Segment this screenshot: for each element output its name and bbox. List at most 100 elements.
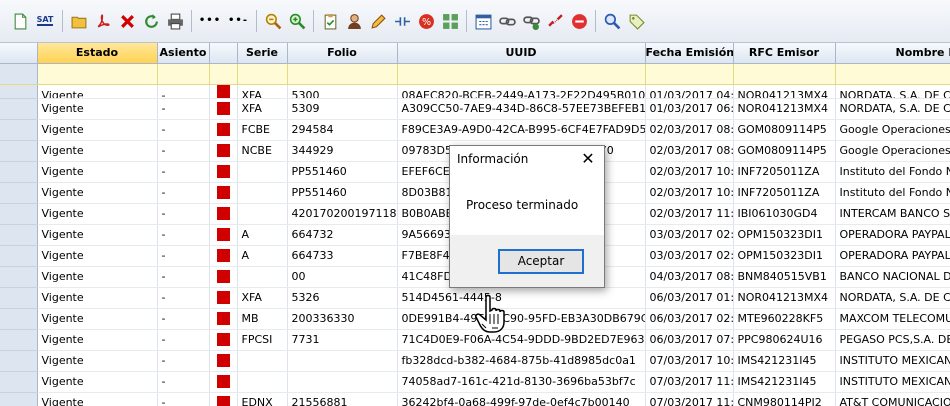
more-alt-icon[interactable]: ••- (226, 11, 250, 31)
cell-serie[interactable]: A (237, 224, 288, 246)
delete-icon[interactable] (117, 11, 137, 31)
column-header-status-color[interactable] (209, 43, 238, 64)
cell-folio[interactable]: 5300 (287, 84, 398, 99)
cell-nombre-emisor[interactable]: NORDATA, S.A. DE C.V (835, 287, 950, 309)
cell-status-color[interactable] (209, 245, 238, 267)
table-row[interactable]: Vigente - 74058ad7-161c-421d-8130-3696ba53… (0, 371, 950, 393)
cell-folio[interactable] (287, 371, 398, 393)
stop-icon[interactable] (569, 11, 589, 31)
cell-nombre-emisor[interactable]: INSTITUTO MEXICANO (835, 371, 950, 393)
cell-fecha-emision[interactable]: 01/03/2017 04:00 (645, 84, 734, 99)
edit-icon[interactable] (368, 11, 388, 31)
filter-fecha-emision[interactable] (645, 63, 734, 85)
cell-asiento[interactable]: - (157, 329, 210, 351)
cell-estado[interactable]: Vigente (37, 203, 158, 225)
cell-fecha-emision[interactable]: 03/03/2017 02:42 (645, 224, 734, 246)
cell-status-color[interactable] (209, 84, 238, 99)
column-header-nombre-emisor[interactable]: Nombre E (835, 43, 950, 64)
cell-asiento[interactable]: - (157, 98, 210, 120)
cell-rfc-emisor[interactable]: OPM150323DI1 (733, 245, 836, 267)
cell-status-color[interactable] (209, 308, 238, 330)
user-icon[interactable] (344, 11, 364, 31)
cell-status-color[interactable] (209, 266, 238, 288)
row-header[interactable] (0, 287, 38, 309)
cell-fecha-emision[interactable]: 04/03/2017 08:12 (645, 266, 734, 288)
cell-folio[interactable]: 420170200197118 (287, 203, 398, 225)
cell-fecha-emision[interactable]: 02/03/2017 11:50 (645, 203, 734, 225)
open-folder-icon[interactable] (69, 11, 89, 31)
row-header[interactable] (0, 98, 38, 120)
grid-icon[interactable] (440, 11, 460, 31)
cell-uuid[interactable]: A309CC50-7AE9-434D-86C8-57EE73BEFEB1 (397, 98, 646, 120)
cell-uuid[interactable]: 74058ad7-161c-421d-8130-3696ba53bf7c (397, 371, 646, 393)
cell-folio[interactable]: 344929 (287, 140, 398, 162)
cell-serie[interactable]: XFA (237, 287, 288, 309)
cell-serie[interactable]: A (237, 245, 288, 267)
cell-status-color[interactable] (209, 350, 238, 372)
row-header[interactable] (0, 392, 38, 406)
cell-serie[interactable] (237, 161, 288, 183)
filter-rfc-emisor[interactable] (733, 63, 836, 85)
cell-status-color[interactable] (209, 182, 238, 204)
cell-serie[interactable]: FPCSI (237, 329, 288, 351)
table-row[interactable]: Vigente - XFA 5300 08AEC820-BCEB-2449-A173-2… (0, 84, 950, 99)
cell-estado[interactable]: Vigente (37, 161, 158, 183)
cell-uuid[interactable]: 36242bf4-0a68-499f-97de-0ef4c7b00140 (397, 392, 646, 406)
cell-nombre-emisor[interactable]: Instituto del Fondo Nacio (835, 182, 950, 204)
zoom-out-icon[interactable] (263, 11, 283, 31)
print-icon[interactable] (165, 11, 185, 31)
cell-rfc-emisor[interactable]: IBI061030GD4 (733, 203, 836, 225)
cell-estado[interactable]: Vigente (37, 329, 158, 351)
column-header-serie[interactable]: Serie (237, 43, 288, 64)
row-header[interactable] (0, 161, 38, 183)
cell-rfc-emisor[interactable]: CNM980114PI2 (733, 392, 836, 406)
clipboard-icon[interactable] (320, 11, 340, 31)
cell-status-color[interactable] (209, 161, 238, 183)
cell-estado[interactable]: Vigente (37, 287, 158, 309)
cell-estado[interactable]: Vigente (37, 224, 158, 246)
row-header[interactable] (0, 245, 38, 267)
cell-folio[interactable]: 294584 (287, 119, 398, 141)
cell-fecha-emision[interactable]: 03/03/2017 02:42 (645, 245, 734, 267)
cell-fecha-emision[interactable]: 02/03/2017 08:39 (645, 140, 734, 162)
cell-folio[interactable]: 5309 (287, 98, 398, 120)
row-header[interactable] (0, 308, 38, 330)
table-row[interactable]: Vigente - FCBE 294584 F89CE3A9-A9D0-42CA-B99… (0, 119, 950, 141)
cell-status-color[interactable] (209, 371, 238, 393)
cell-status-color[interactable] (209, 140, 238, 162)
cell-asiento[interactable]: - (157, 287, 210, 309)
cell-folio[interactable]: 664732 (287, 224, 398, 246)
cell-estado[interactable]: Vigente (37, 350, 158, 372)
cell-nombre-emisor[interactable]: AT&T COMUNICACIONES (835, 392, 950, 406)
cell-nombre-emisor[interactable]: OPERADORA PAYPAL D (835, 245, 950, 267)
cell-folio[interactable]: 5326 (287, 287, 398, 309)
cell-asiento[interactable]: - (157, 245, 210, 267)
cell-status-color[interactable] (209, 203, 238, 225)
aceptar-button[interactable]: Aceptar (498, 248, 584, 274)
cell-asiento[interactable]: - (157, 119, 210, 141)
cell-serie[interactable]: MB (237, 308, 288, 330)
row-header[interactable] (0, 266, 38, 288)
cell-folio[interactable]: 00 (287, 266, 398, 288)
row-header[interactable] (0, 224, 38, 246)
row-header[interactable] (0, 119, 38, 141)
cell-asiento[interactable]: - (157, 182, 210, 204)
cell-folio[interactable]: 7731 (287, 329, 398, 351)
cell-status-color[interactable] (209, 224, 238, 246)
cell-asiento[interactable]: - (157, 371, 210, 393)
cell-fecha-emision[interactable]: 07/03/2017 11:52 (645, 392, 734, 406)
new-icon[interactable] (10, 11, 30, 31)
row-header[interactable] (0, 140, 38, 162)
table-row[interactable]: Vigente - EDNX 21556881 36242bf4-0a68-499f-9… (0, 392, 950, 406)
cell-folio[interactable]: PP551460 (287, 161, 398, 183)
cell-folio[interactable]: 664733 (287, 245, 398, 267)
column-header-fecha-emision[interactable]: Fecha Emisión (645, 43, 734, 64)
cell-nombre-emisor[interactable]: OPERADORA PAYPAL D (835, 224, 950, 246)
cell-rfc-emisor[interactable]: MTE960228KF5 (733, 308, 836, 330)
row-header[interactable] (0, 203, 38, 225)
column-header-estado[interactable]: Estado (37, 43, 158, 64)
cell-rfc-emisor[interactable]: INF7205011ZA (733, 182, 836, 204)
column-header-uuid[interactable]: UUID (397, 43, 646, 64)
cell-folio[interactable]: PP551460 (287, 182, 398, 204)
cell-uuid[interactable]: 08AEC820-BCEB-2449-A173-2F22D495B010 (397, 84, 646, 99)
